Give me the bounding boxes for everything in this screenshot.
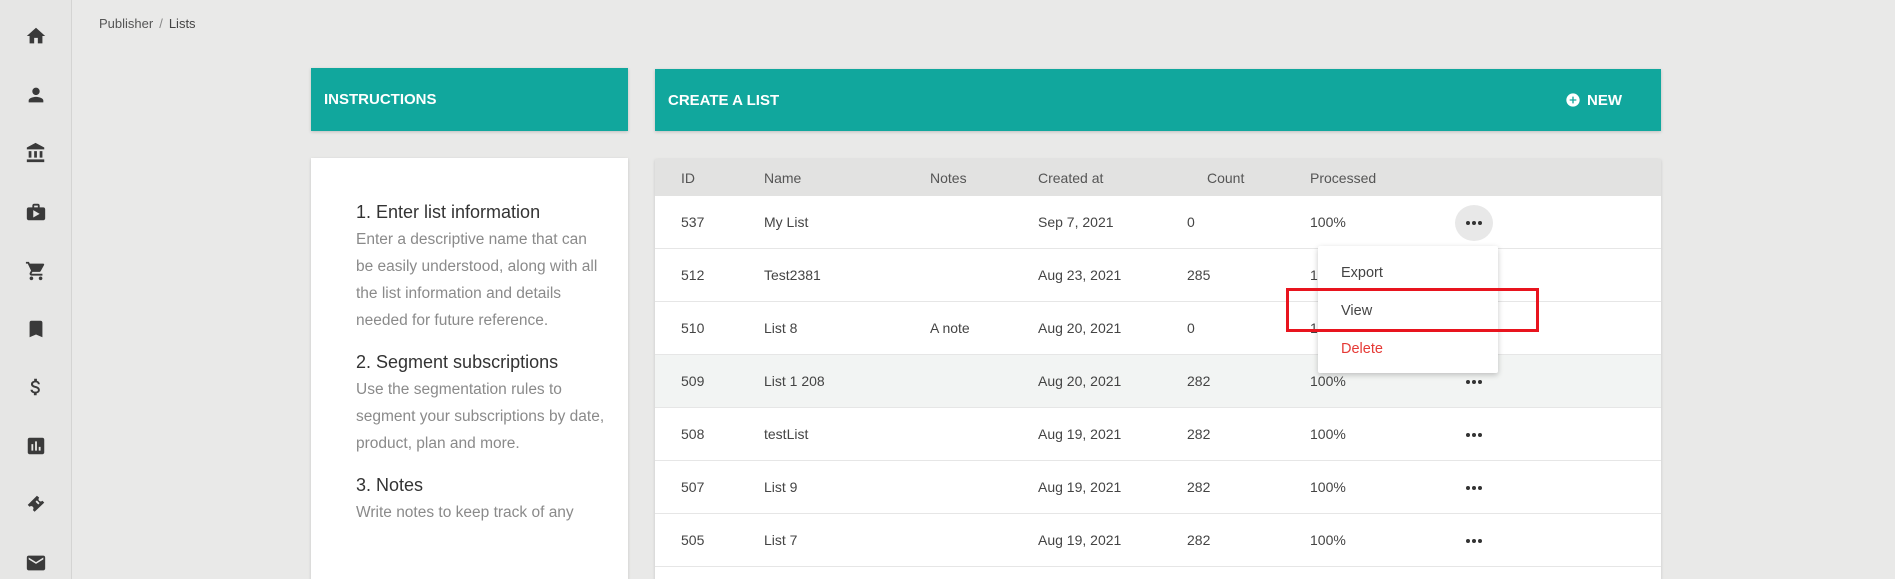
column-header-id[interactable]: ID: [681, 170, 695, 186]
user-icon[interactable]: [22, 81, 50, 109]
step-description: Use the segmentation rules to segment yo…: [356, 381, 605, 452]
cell-id: 512: [681, 267, 705, 283]
step-title: 3. Notes: [356, 475, 424, 495]
column-header-processed[interactable]: Processed: [1310, 170, 1376, 186]
instruction-step: 1. Enter list information Enter a descri…: [356, 200, 608, 334]
cell-processed: 100%: [1310, 479, 1346, 495]
more-horizontal-icon: [1466, 433, 1482, 437]
column-header-name[interactable]: Name: [764, 170, 801, 186]
mail-icon[interactable]: [22, 549, 50, 577]
more-horizontal-icon: [1466, 380, 1482, 384]
step-description: Enter a descriptive name that can be eas…: [356, 231, 598, 329]
cell-created: Aug 19, 2021: [1038, 426, 1122, 442]
cell-created: Aug 19, 2021: [1038, 532, 1122, 548]
home-icon[interactable]: [22, 22, 50, 50]
lists-table: ID Name Notes Created at Count Processed…: [655, 159, 1661, 579]
cell-id: 537: [681, 214, 705, 230]
breadcrumb: Publisher / Lists: [99, 16, 196, 31]
cell-id: 508: [681, 426, 705, 442]
cell-id: 505: [681, 532, 705, 548]
cell-count: 0: [1187, 320, 1195, 336]
sidebar: [0, 0, 72, 579]
step-title: 2. Segment subscriptions: [356, 352, 559, 372]
more-horizontal-icon: [1466, 221, 1482, 225]
cell-name: Test2381: [764, 267, 821, 283]
cell-name: List 7: [764, 532, 798, 548]
cell-processed: 100%: [1310, 214, 1346, 230]
step-description: Write notes to keep track of any: [356, 504, 574, 521]
cell-count: 282: [1187, 373, 1211, 389]
row-actions-menu: Export View Delete: [1318, 246, 1498, 373]
breadcrumb-publisher[interactable]: Publisher: [99, 16, 153, 31]
instruction-step: 2. Segment subscriptions Use the segment…: [356, 350, 608, 457]
new-button-label: NEW: [1587, 91, 1622, 109]
cell-count: 282: [1187, 532, 1211, 548]
instructions-panel: 1. Enter list information Enter a descri…: [311, 158, 628, 579]
table-header: ID Name Notes Created at Count Processed: [655, 159, 1661, 196]
media-bag-icon[interactable]: [22, 198, 50, 226]
create-list-header: CREATE A LIST NEW: [655, 69, 1661, 131]
cell-name: My List: [764, 214, 809, 230]
cell-count: 282: [1187, 426, 1211, 442]
more-horizontal-icon: [1466, 539, 1482, 543]
new-list-button[interactable]: NEW: [1551, 86, 1636, 115]
cell-name: List 1 208: [764, 373, 825, 389]
cell-processed: 100%: [1310, 373, 1346, 389]
cell-name: List 9: [764, 479, 798, 495]
cell-id: 510: [681, 320, 705, 336]
create-list-title: CREATE A LIST: [668, 91, 780, 109]
table-row[interactable]: 537 My List Sep 7, 2021 0 100%: [655, 196, 1661, 249]
cell-name: testList: [764, 426, 809, 442]
cell-count: 285: [1187, 267, 1211, 283]
column-header-count[interactable]: Count: [1207, 170, 1244, 186]
row-actions-button[interactable]: [1455, 417, 1493, 453]
cell-name: List 8: [764, 320, 798, 336]
breadcrumb-separator: /: [159, 16, 163, 31]
cell-notes: A note: [930, 320, 970, 336]
cell-created: Aug 20, 2021: [1038, 320, 1122, 336]
plus-circle-icon: [1566, 93, 1580, 107]
cell-count: 0: [1187, 214, 1195, 230]
instruction-step: 3. Notes Write notes to keep track of an…: [356, 473, 608, 526]
cell-created: Aug 23, 2021: [1038, 267, 1122, 283]
cell-id: 507: [681, 479, 705, 495]
row-actions-button[interactable]: [1455, 523, 1493, 559]
menu-item-delete[interactable]: Delete: [1318, 330, 1498, 368]
menu-item-export[interactable]: Export: [1318, 254, 1498, 292]
instructions-header: INSTRUCTIONS: [311, 68, 628, 131]
step-title: 1. Enter list information: [356, 202, 541, 222]
cell-created: Aug 19, 2021: [1038, 479, 1122, 495]
ticket-icon[interactable]: [22, 490, 50, 518]
column-header-notes[interactable]: Notes: [930, 170, 967, 186]
bookmark-icon[interactable]: [22, 315, 50, 343]
cell-processed: 100%: [1310, 532, 1346, 548]
more-horizontal-icon: [1466, 486, 1482, 490]
dollar-icon[interactable]: [22, 373, 50, 401]
breadcrumb-current: Lists: [168, 16, 196, 31]
row-actions-button[interactable]: [1455, 205, 1493, 241]
instructions-title: INSTRUCTIONS: [324, 91, 437, 108]
chart-icon[interactable]: [22, 432, 50, 460]
table-row[interactable]: 508 testList Aug 19, 2021 282 100%: [655, 408, 1661, 461]
cell-id: 509: [681, 373, 705, 389]
cell-processed: 1: [1310, 267, 1318, 283]
cell-created: Aug 20, 2021: [1038, 373, 1122, 389]
cell-count: 282: [1187, 479, 1211, 495]
table-row[interactable]: 512 Test2381 Aug 23, 2021 285 1: [655, 249, 1661, 302]
table-row[interactable]: 510 List 8 A note Aug 20, 2021 0 1: [655, 302, 1661, 355]
table-row[interactable]: 505 List 7 Aug 19, 2021 282 100%: [655, 514, 1661, 567]
cart-icon[interactable]: [22, 257, 50, 285]
cell-processed: 100%: [1310, 426, 1346, 442]
table-row[interactable]: 509 List 1 208 Aug 20, 2021 282 100%: [655, 355, 1661, 408]
cell-created: Sep 7, 2021: [1038, 214, 1114, 230]
menu-item-view[interactable]: View: [1318, 292, 1498, 330]
bank-icon[interactable]: [22, 139, 50, 167]
row-actions-button[interactable]: [1455, 470, 1493, 506]
column-header-created[interactable]: Created at: [1038, 170, 1103, 186]
cell-processed: 1: [1310, 320, 1318, 336]
table-row[interactable]: 507 List 9 Aug 19, 2021 282 100%: [655, 461, 1661, 514]
